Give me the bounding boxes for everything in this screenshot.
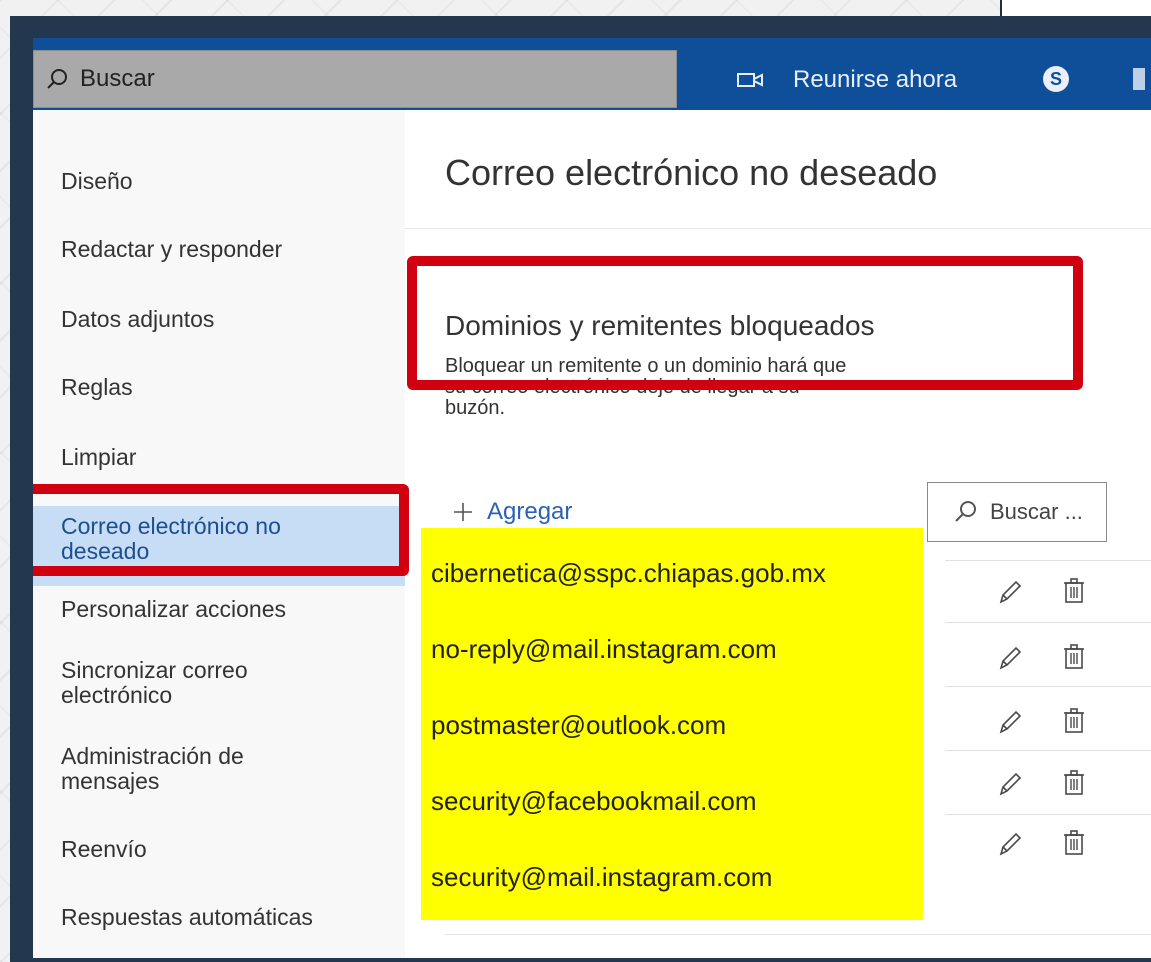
row-divider [945, 750, 1151, 751]
trash-icon[interactable] [1061, 706, 1087, 734]
pencil-icon[interactable] [997, 644, 1023, 672]
sidebar-item-respuestas[interactable]: Respuestas automáticas [61, 904, 381, 930]
sidebar-item-sincronizar[interactable]: Sincronizar correo electrónico [61, 658, 321, 708]
search-icon [47, 69, 67, 89]
trash-icon[interactable] [1061, 642, 1087, 670]
row-divider [945, 814, 1151, 815]
meet-now-label: Reunirse ahora [793, 66, 958, 93]
page-title: Correo electrónico no deseado [445, 152, 938, 193]
pencil-icon[interactable] [997, 578, 1023, 606]
row-divider [945, 622, 1151, 623]
blocked-sender[interactable]: security@mail.instagram.com [431, 862, 772, 893]
settings-main: Correo electrónico no deseado Dominios y… [405, 110, 1151, 958]
video-camera-icon [737, 73, 763, 87]
top-bar: Buscar Reunirse ahora S [33, 38, 1151, 110]
trash-icon[interactable] [1061, 768, 1087, 796]
outlook-window: Buscar Reunirse ahora S Diseño Redactar … [33, 38, 1151, 958]
search-box[interactable]: Buscar [33, 50, 677, 108]
blocked-search-placeholder: Buscar ... [990, 499, 1083, 524]
sidebar-item-datos-adjuntos[interactable]: Datos adjuntos [61, 306, 381, 332]
row-divider [945, 560, 1151, 561]
trash-icon[interactable] [1061, 576, 1087, 604]
blocked-sender[interactable]: postmaster@outlook.com [431, 710, 726, 741]
sidebar-item-reenvio[interactable]: Reenvío [61, 836, 381, 862]
plus-icon [454, 503, 472, 521]
search-placeholder: Buscar [80, 65, 155, 92]
sidebar-item-diseno[interactable]: Diseño [61, 168, 381, 194]
cut-off-icon [1133, 68, 1145, 90]
list-end-divider [445, 934, 1151, 935]
trash-icon[interactable] [1061, 828, 1087, 856]
meet-now-button[interactable]: Reunirse ahora [737, 62, 957, 98]
blocked-sender[interactable]: cibernetica@sspc.chiapas.gob.mx [431, 558, 826, 589]
search-icon [955, 501, 976, 522]
annotation-box-section [407, 256, 1083, 390]
pencil-icon[interactable] [997, 708, 1023, 736]
sidebar-item-administracion[interactable]: Administración de mensajes [61, 744, 321, 794]
blocked-sender[interactable]: no-reply@mail.instagram.com [431, 634, 777, 665]
sidebar-item-redactar[interactable]: Redactar y responder [61, 236, 381, 262]
blocked-sender[interactable]: security@facebookmail.com [431, 786, 757, 817]
annotation-box-sidebar [33, 484, 409, 576]
title-divider [405, 228, 1151, 229]
row-divider [945, 686, 1151, 687]
add-button[interactable]: Agregar [453, 498, 572, 526]
sidebar-item-reglas[interactable]: Reglas [61, 374, 381, 400]
add-label: Agregar [487, 498, 573, 525]
pencil-icon[interactable] [997, 830, 1023, 858]
pencil-icon[interactable] [997, 770, 1023, 798]
sidebar-item-limpiar[interactable]: Limpiar [61, 444, 381, 470]
blocked-search-input[interactable]: Buscar ... [927, 482, 1107, 542]
skype-icon[interactable]: S [1043, 66, 1069, 92]
sidebar-item-personalizar[interactable]: Personalizar acciones [61, 596, 381, 622]
